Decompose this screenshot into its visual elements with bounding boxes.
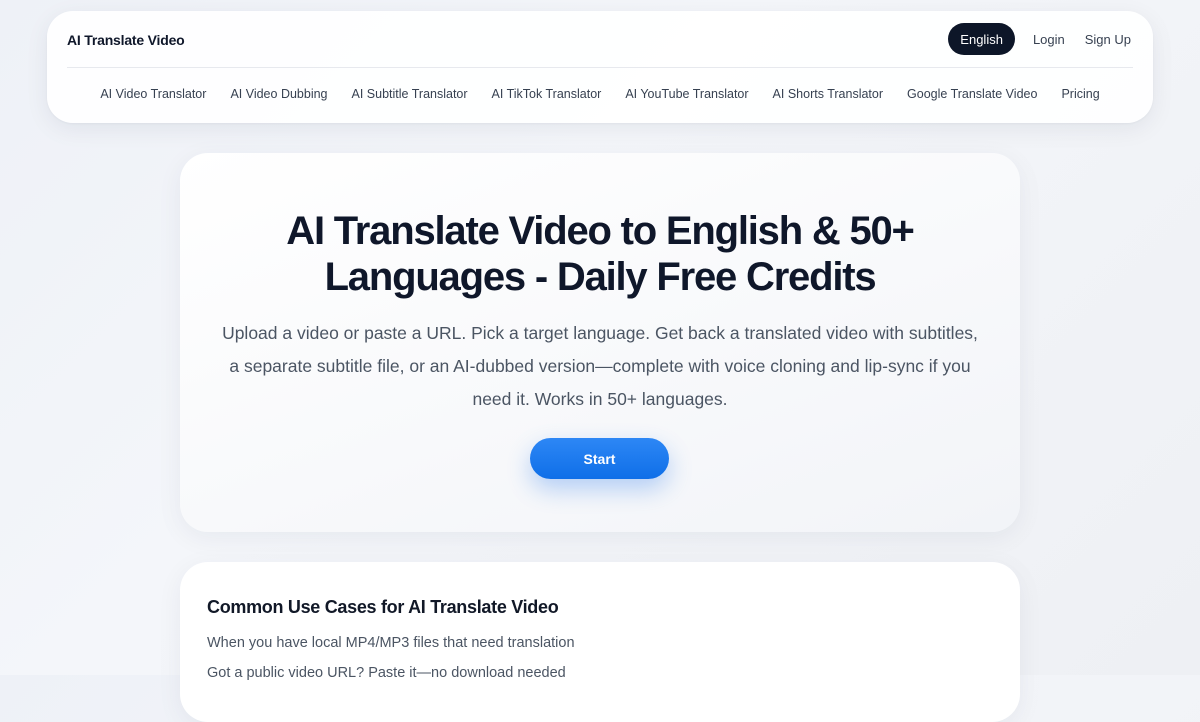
header-actions: English Login Sign Up (948, 23, 1133, 55)
start-button[interactable]: Start (530, 438, 669, 479)
nav-item-ai-youtube-translator[interactable]: AI YouTube Translator (625, 85, 748, 101)
site-header: AI Translate Video English Login Sign Up… (47, 11, 1153, 123)
use-cases-card: Common Use Cases for AI Translate Video … (180, 562, 1020, 722)
login-link[interactable]: Login (1031, 32, 1067, 47)
signup-link[interactable]: Sign Up (1083, 32, 1133, 47)
brand-logo-link[interactable]: AI Translate Video (67, 31, 185, 49)
language-button[interactable]: English (948, 23, 1015, 55)
use-cases-title: Common Use Cases for AI Translate Video (207, 597, 559, 617)
hero-title-line-2: Languages - Daily Free Credits (324, 255, 877, 299)
hero-card: AI Translate Video to English & 50+ Lang… (180, 153, 1020, 532)
nav-item-pricing[interactable]: Pricing (1061, 85, 1099, 101)
header-divider (67, 67, 1133, 68)
list-item: Got a public video URL? Paste it—no down… (207, 665, 566, 681)
nav-item-google-translate-video[interactable]: Google Translate Video (907, 85, 1037, 101)
list-item: When you have local MP4/MP3 files that n… (207, 635, 575, 651)
nav-item-ai-subtitle-translator[interactable]: AI Subtitle Translator (352, 85, 468, 101)
nav-item-ai-video-dubbing[interactable]: AI Video Dubbing (230, 85, 327, 101)
hero-subtitle: Upload a video or paste a URL. Pick a ta… (222, 323, 978, 409)
hero-title-line-1: AI Translate Video to English & 50+ (286, 209, 915, 253)
hero-title: AI Translate Video to English & 50+ Lang… (220, 208, 980, 300)
nav-item-ai-tiktok-translator[interactable]: AI TikTok Translator (492, 85, 602, 101)
main-nav: AI Video Translator AI Video Dubbing AI … (47, 85, 1153, 123)
nav-item-ai-video-translator[interactable]: AI Video Translator (100, 85, 206, 101)
nav-item-ai-shorts-translator[interactable]: AI Shorts Translator (773, 85, 883, 101)
